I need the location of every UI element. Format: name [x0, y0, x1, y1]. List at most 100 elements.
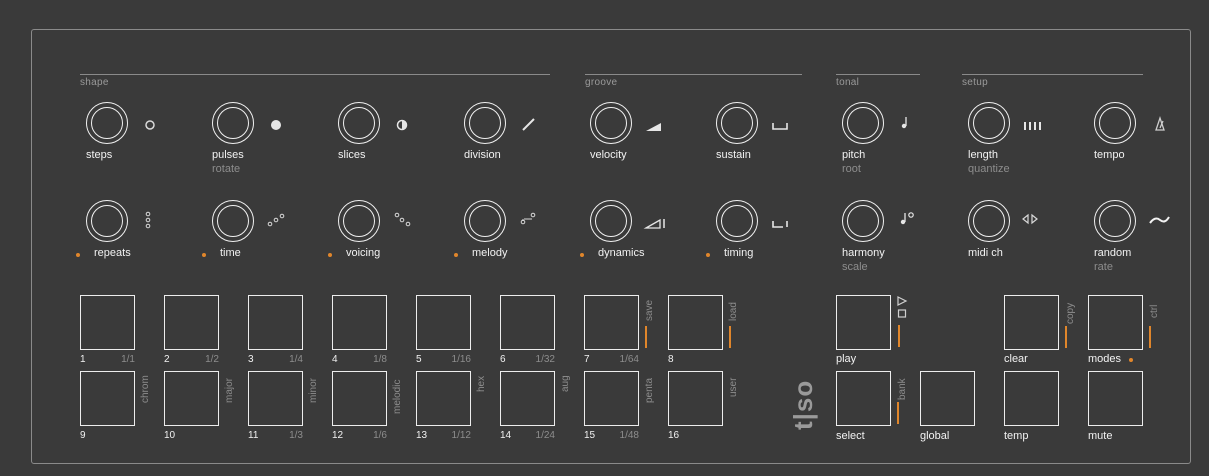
knob-voicing[interactable] — [338, 200, 380, 242]
pad-fraction: 1/16 — [451, 354, 471, 365]
mute-button[interactable] — [1088, 371, 1143, 426]
pad-2[interactable] — [164, 295, 219, 350]
knob-pulses[interactable] — [212, 102, 254, 144]
pad-11[interactable] — [248, 371, 303, 426]
pad-number: 12 — [332, 430, 344, 441]
knob-length[interactable] — [968, 102, 1010, 144]
pad-number: 9 — [80, 430, 86, 441]
knob-sustain[interactable] — [716, 102, 758, 144]
pad-side-label-save: save — [644, 299, 655, 321]
knob-repeats[interactable] — [86, 200, 128, 242]
pad-14[interactable] — [500, 371, 555, 426]
timing-bracket-icon — [772, 221, 788, 228]
three-dots-icon — [145, 211, 151, 229]
knob-label-voicing: voicing — [346, 247, 381, 259]
knob-label-dynamics: dynamics — [598, 247, 645, 259]
pad-4[interactable] — [332, 295, 387, 350]
temp-label: temp — [1004, 430, 1029, 442]
clear-button[interactable] — [1004, 295, 1059, 350]
pad-number: 8 — [668, 354, 674, 365]
pad-15[interactable] — [584, 371, 639, 426]
pad-accent-line — [729, 326, 731, 348]
ramp-outline-icon — [643, 218, 665, 229]
pad-accent-line — [645, 326, 647, 348]
knob-label-melody: melody — [472, 247, 508, 259]
pad-number: 15 — [584, 430, 596, 441]
knob-indicator-dot — [454, 253, 458, 257]
section-label-setup: setup — [962, 77, 988, 88]
knob-indicator-dot — [580, 253, 584, 257]
play-icon — [897, 296, 908, 318]
diagonal-dots-icon — [267, 213, 285, 227]
pad-side-label-major: major — [224, 377, 235, 403]
circle-outline-icon — [145, 120, 155, 130]
scatter-dots-icon — [394, 212, 411, 227]
pad-number: 13 — [416, 430, 428, 441]
copy-label: copy — [1065, 302, 1076, 324]
pad-16[interactable] — [668, 371, 723, 426]
pad-side-label-load: load — [728, 302, 739, 321]
global-label: global — [920, 430, 950, 442]
pad-side-label-hex: hex — [476, 375, 487, 392]
knob-division[interactable] — [464, 102, 506, 144]
pad-side-label-penta: penta — [644, 377, 655, 403]
knob-label-division: division — [464, 149, 501, 161]
section-line-tonal — [836, 74, 920, 75]
pad-fraction: 1/2 — [205, 354, 219, 365]
pad-fraction: 1/6 — [373, 430, 387, 441]
pad-fraction: 1/1 — [121, 354, 135, 365]
knob-pitch[interactable] — [842, 102, 884, 144]
play-button[interactable] — [836, 295, 891, 350]
pad-7[interactable] — [584, 295, 639, 350]
pad-8[interactable] — [668, 295, 723, 350]
knob-sublabel-random: rate — [1094, 261, 1113, 273]
pad-number: 1 — [80, 354, 86, 365]
knob-label-sustain: sustain — [716, 149, 751, 161]
knob-label-steps: steps — [86, 149, 113, 161]
modes-label: modes — [1088, 353, 1122, 365]
knob-melody[interactable] — [464, 200, 506, 242]
knob-label-pitch: pitch — [842, 149, 866, 161]
knob-label-pulses: pulses — [212, 149, 244, 161]
knob-random[interactable] — [1094, 200, 1136, 242]
pad-9[interactable] — [80, 371, 135, 426]
knob-indicator-dot — [76, 253, 80, 257]
select-label: select — [836, 430, 865, 442]
pad-fraction: 1/4 — [289, 354, 303, 365]
select-button[interactable] — [836, 371, 891, 426]
knob-velocity[interactable] — [590, 102, 632, 144]
bank-label: bank — [897, 378, 908, 400]
note-icon — [901, 117, 907, 129]
knob-harmony[interactable] — [842, 200, 884, 242]
pad-10[interactable] — [164, 371, 219, 426]
wave-icon — [1149, 216, 1170, 224]
pad-6[interactable] — [500, 295, 555, 350]
bank-accent-line — [897, 402, 899, 424]
pad-5[interactable] — [416, 295, 471, 350]
knob-sublabel-pulses: rotate — [212, 163, 241, 175]
knob-label-time: time — [220, 247, 241, 259]
pad-fraction: 1/3 — [289, 430, 303, 441]
pad-3[interactable] — [248, 295, 303, 350]
modes-button[interactable] — [1088, 295, 1143, 350]
knob-tempo[interactable] — [1094, 102, 1136, 144]
pad-1[interactable] — [80, 295, 135, 350]
pad-number: 2 — [164, 354, 170, 365]
ctrl-label: ctrl — [1149, 304, 1160, 318]
section-line-groove — [585, 74, 802, 75]
temp-button[interactable] — [1004, 371, 1059, 426]
section-label-groove: groove — [585, 77, 618, 88]
pad-12[interactable] — [332, 371, 387, 426]
knob-dynamics[interactable] — [590, 200, 632, 242]
knob-time[interactable] — [212, 200, 254, 242]
knob-slices[interactable] — [338, 102, 380, 144]
circle-filled-icon — [271, 120, 281, 130]
pad-number: 3 — [248, 354, 254, 365]
pad-fraction: 1/64 — [619, 354, 639, 365]
knob-timing[interactable] — [716, 200, 758, 242]
knob-midi-ch[interactable] — [968, 200, 1010, 242]
knob-label-slices: slices — [338, 149, 366, 161]
global-button[interactable] — [920, 371, 975, 426]
knob-steps[interactable] — [86, 102, 128, 144]
pad-13[interactable] — [416, 371, 471, 426]
